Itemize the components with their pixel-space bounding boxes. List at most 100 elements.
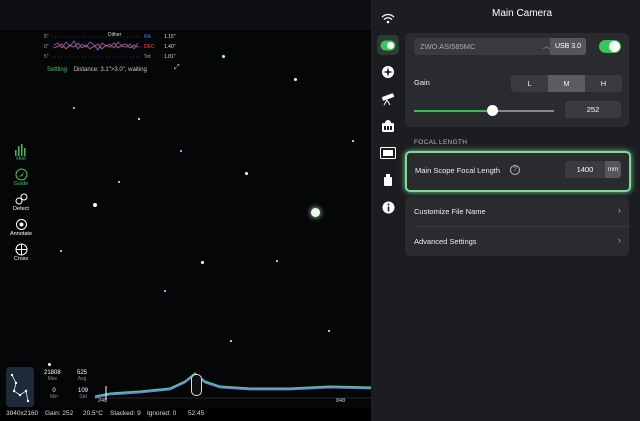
tool-guide-label: Guide [13,181,29,187]
star [118,181,120,183]
usb-badge: USB 3.0 [550,38,586,55]
y-axis-top: 5" [44,34,49,40]
star [164,290,166,292]
mini-map[interactable] [6,367,34,407]
wifi-icon[interactable] [377,8,399,28]
y-axis-bot: 5" [44,54,49,60]
tool-column: Hist Guide Detect Annotate Cross [8,144,34,268]
dec-value: 1.40" [164,44,176,50]
info-icon[interactable] [377,197,399,217]
tool-annotate[interactable]: Annotate [8,218,34,237]
tool-hist[interactable]: Hist [8,144,34,162]
camera-enable-toggle[interactable] [599,40,621,53]
tool-detect-label: Detect [13,206,29,212]
histogram-panel[interactable]: 248 848 [0,362,371,408]
tool-guide[interactable]: Guide [8,168,34,187]
star [276,260,278,262]
constellation-icon [10,373,30,403]
star [328,330,330,332]
tool-cross-label: Cross [13,256,29,262]
camera-toggle-icon[interactable] [377,35,399,55]
star [201,261,204,264]
histogram-right-marker: 848 [336,398,346,404]
dither-label: Dither [108,32,122,38]
customize-file-name-label: Customize File Name [414,207,486,216]
histogram-stretch-handle[interactable] [191,374,202,396]
guide-icon [15,168,27,181]
options-card: Customize File Name › Advanced Settings … [405,197,629,256]
guide-status-detail: Distance: 3.1">3.0", waiting [73,67,147,73]
status-bar: 3840x2160 Gain: 252 20.5°C Stacked: 9 Ig… [0,408,371,421]
star [352,140,354,142]
guide-graph-plot [52,36,142,58]
annotate-icon [15,219,27,230]
star [222,55,225,58]
focal-section-header: FOCAL LENGTH [414,139,468,146]
status-time: 52:45 [188,410,205,417]
chevron-right-icon: › [618,235,621,245]
hist-std-label: Std [79,394,87,400]
star [230,340,232,342]
star [294,78,297,81]
page-title: Main Camera [491,8,553,19]
settings-rail [371,0,404,421]
histogram-icon [15,144,26,156]
guide-status-word: Settling [47,67,68,73]
star [60,250,62,252]
star [73,107,75,109]
tool-detect[interactable]: Detect [8,193,34,212]
gain-slider[interactable] [414,105,554,116]
focus-icon[interactable] [377,62,399,82]
detect-icon [15,193,27,205]
hist-min: 0 Min [50,388,58,400]
ra-value: 1.15" [164,34,176,40]
advanced-settings-label: Advanced Settings [414,237,477,246]
status-temperature: 20.5°C [83,410,103,417]
gain-label: Gain [414,78,430,87]
customize-file-name-row[interactable]: Customize File Name › [405,197,629,227]
hist-min-label: Min [50,394,59,400]
expand-icon[interactable]: ⤢ [174,64,180,72]
star [138,118,140,120]
gain-preset-medium[interactable]: M [548,75,585,92]
chevron-right-icon: › [618,205,621,215]
star [245,172,248,175]
help-icon[interactable]: ? [510,165,520,175]
telescope-icon[interactable] [377,89,399,109]
histogram-left-marker: 248 [98,398,108,404]
camera-name: ZWO ASI585MC [420,42,476,51]
camera-select[interactable]: ZWO ASI585MC ︿ USB 3.0 [414,38,586,55]
tot-value: 1.81" [164,54,176,60]
advanced-settings-row[interactable]: Advanced Settings › [405,227,629,256]
sky-top-bar [0,0,371,30]
status-stacked: Stacked: 9 [110,410,141,417]
sky-view[interactable]: Dither 5" 0" 5" RA 1.15" DEC 1.40" Tot 1… [0,0,371,421]
focal-length-unit: mm [605,161,621,178]
gain-preset-high[interactable]: H [585,75,622,92]
focal-length-label: Main Scope Focal Length [415,166,501,175]
gain-value-input[interactable]: 252 [565,101,621,118]
tot-label: Tot [144,54,151,60]
gain-slider-fill [414,110,492,112]
histogram-curve [94,372,371,400]
planner-icon[interactable] [377,143,399,163]
tool-cross[interactable]: Cross [8,243,34,262]
y-axis-mid: 0" [44,44,49,50]
tool-annotate-label: Annotate [9,231,33,237]
focal-length-input[interactable]: 1400 [565,161,605,178]
hist-std: 109 Std [78,388,88,400]
hist-avg: 525 Avg [77,370,87,382]
storage-icon[interactable] [377,170,399,190]
gain-preset-segment: L M H [511,75,622,92]
chevron-up-icon: ︿ [543,43,550,50]
status-gain: Gain: 252 [45,410,74,417]
focal-length-card: Main Scope Focal Length ? 1400 mm [405,151,631,192]
guide-status: Settling Distance: 3.1">3.0", waiting [47,67,147,73]
hist-avg-label: Avg [77,376,87,382]
guide-cam-icon[interactable] [377,116,399,136]
dec-label: DEC [144,44,155,50]
hist-max-label: Max [47,376,58,382]
gain-preset-low[interactable]: L [511,75,548,92]
gain-slider-knob[interactable] [487,105,498,116]
crosshair-icon [15,243,27,256]
